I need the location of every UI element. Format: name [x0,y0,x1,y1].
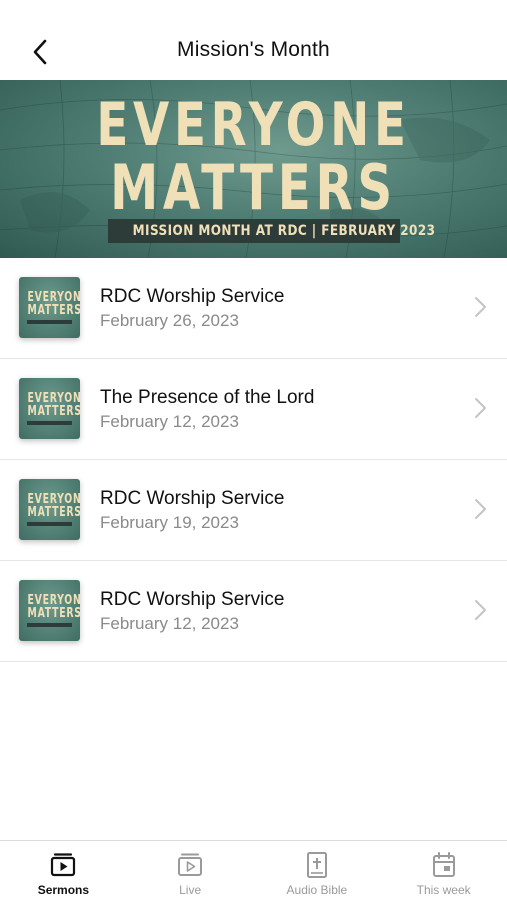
thumbnail-strip [27,320,72,324]
sermon-thumbnail: EVERYONE MATTERS [19,277,80,338]
sermons-icon [51,853,76,877]
sermon-thumbnail: EVERYONE MATTERS [19,378,80,439]
calendar-icon [432,852,455,877]
banner-subtitle: MISSION MONTH AT RDC | FEBRUARY 2023 [108,219,435,243]
page-title: Mission's Month [177,38,330,61]
live-icon [178,853,203,876]
sermon-list-item[interactable]: EVERYONE MATTERS RDC Worship Service Feb… [0,460,507,561]
thumbnail-strip [27,522,72,526]
banner-heading-line1: EVERYONE [96,90,411,160]
tab-sermons[interactable]: Sermons [0,841,127,901]
tab-bar: Sermons Live Audio Bible This week [0,840,507,901]
tab-this-week[interactable]: This week [380,841,507,901]
banner-subtitle-text: MISSION MONTH AT RDC | FEBRUARY 2023 [132,223,436,239]
tab-live[interactable]: Live [127,841,254,901]
sermon-date: February 12, 2023 [100,412,239,431]
thumbnail-text-line2: MATTERS [27,404,80,419]
thumbnail-text-line2: MATTERS [27,303,80,318]
chevron-right-icon [475,297,486,317]
sermon-title: RDC Worship Service [100,488,285,509]
sermon-title: RDC Worship Service [100,589,285,610]
bible-icon [306,852,327,878]
banner-heading-line2: MATTERS [110,151,397,224]
tab-label: Live [179,883,202,897]
sermon-date: February 12, 2023 [100,614,239,633]
sermon-thumbnail: EVERYONE MATTERS [19,479,80,540]
sermon-list-item[interactable]: EVERYONE MATTERS RDC Worship Service Feb… [0,561,507,662]
tab-audio-bible[interactable]: Audio Bible [254,841,381,901]
thumbnail-text-line2: MATTERS [27,606,80,621]
sermon-list-item[interactable]: EVERYONE MATTERS The Presence of the Lor… [0,359,507,460]
header: Mission's Month [0,0,507,80]
thumbnail-strip [27,421,72,425]
sermon-title: RDC Worship Service [100,286,285,307]
sermon-date: February 19, 2023 [100,513,239,532]
chevron-right-icon [475,398,486,418]
tab-label: This week [416,883,471,897]
sermon-title: The Presence of the Lord [100,387,315,408]
sermon-list: EVERYONE MATTERS RDC Worship Service Feb… [0,258,507,662]
chevron-right-icon [475,600,486,620]
sermon-thumbnail: EVERYONE MATTERS [19,580,80,641]
tab-label: Sermons [37,883,90,897]
thumbnail-text-line2: MATTERS [27,505,80,520]
sermon-list-item[interactable]: EVERYONE MATTERS RDC Worship Service Feb… [0,258,507,359]
sermon-date: February 26, 2023 [100,311,239,330]
chevron-right-icon [475,499,486,519]
tab-label: Audio Bible [286,883,348,897]
thumbnail-strip [27,623,72,627]
